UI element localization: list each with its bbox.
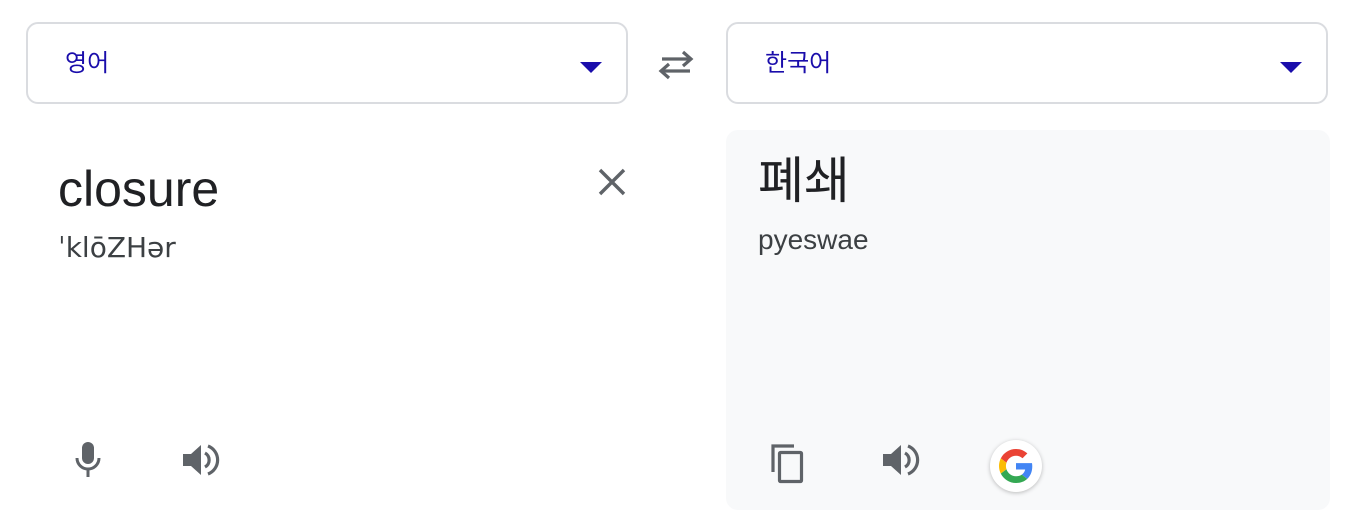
source-language-select[interactable]: 영어 xyxy=(26,22,628,104)
speaker-icon xyxy=(183,444,220,476)
translation-text: 폐쇄 xyxy=(758,152,850,210)
clear-text-button[interactable] xyxy=(590,160,634,204)
swap-arrows-icon xyxy=(658,50,694,80)
copy-translation-button[interactable] xyxy=(762,438,814,490)
listen-source-button[interactable] xyxy=(174,434,226,486)
microphone-button[interactable] xyxy=(62,434,114,486)
google-logo-icon xyxy=(999,449,1033,483)
source-phonetic: ˈklōZHər xyxy=(58,231,176,264)
caret-down-icon xyxy=(1280,62,1302,73)
close-icon xyxy=(598,168,626,196)
copy-icon xyxy=(771,444,804,484)
swap-languages-button[interactable] xyxy=(652,40,700,88)
translation-romanization: pyeswae xyxy=(758,224,869,255)
speaker-icon xyxy=(883,444,920,476)
open-in-google-translate-button[interactable] xyxy=(990,440,1042,492)
target-language-select[interactable]: 한국어 xyxy=(726,22,1328,104)
caret-down-icon xyxy=(580,62,602,73)
source-text[interactable]: closure xyxy=(58,160,219,218)
source-language-label: 영어 xyxy=(65,50,110,77)
source-panel: closure ˈklōZHər xyxy=(26,130,628,510)
target-language-label: 한국어 xyxy=(765,50,832,77)
target-panel: 폐쇄 pyeswae xyxy=(726,130,1330,510)
listen-translation-button[interactable] xyxy=(874,434,926,486)
translate-widget: 영어 한국어 closure ˈklōZHər 폐쇄 pyeswae xyxy=(0,0,1358,532)
microphone-icon xyxy=(75,442,101,477)
